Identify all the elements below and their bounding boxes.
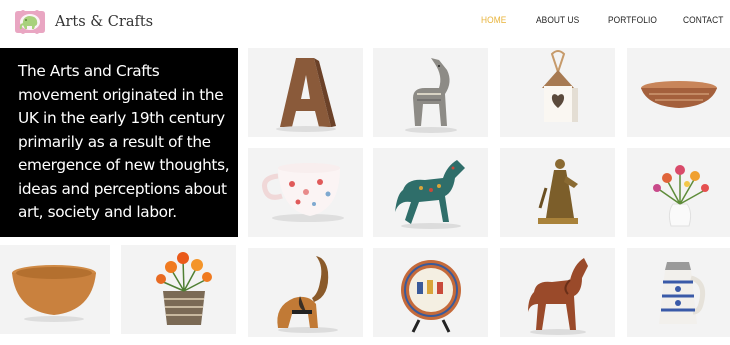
gallery-item-flowers-white-vase[interactable] — [627, 148, 730, 237]
gallery-item-woven-bowl[interactable] — [627, 48, 730, 137]
decorative-plate-image — [401, 260, 461, 333]
nav-home[interactable]: HOME — [481, 15, 506, 26]
woven-bowl-image — [641, 81, 717, 108]
gallery-item-wooden-salad-bowl[interactable] — [0, 245, 110, 334]
gallery-item-decorative-plate[interactable] — [373, 248, 488, 337]
intro-text: The Arts and Crafts movement originated … — [18, 62, 230, 221]
gallery-item-floral-teacup[interactable] — [248, 148, 363, 237]
gallery-item-wooden-elephant[interactable] — [248, 248, 363, 337]
cloisonne-horse-image — [395, 160, 465, 229]
nav-about-us[interactable]: ABOUT US — [536, 15, 579, 26]
wooden-elephant-image — [277, 256, 338, 333]
site-header: Arts & Crafts HOME ABOUT US PORTFOLIO CO… — [0, 0, 730, 44]
gallery-item-ceramic-stein[interactable] — [627, 248, 730, 337]
gallery-item-cloisonne-horse[interactable] — [373, 148, 488, 237]
gallery-item-carved-horse[interactable] — [500, 248, 615, 337]
painted-wooden-horse-image — [405, 58, 457, 133]
gallery-item-painted-wooden-horse[interactable] — [373, 48, 488, 137]
gallery-item-wooden-letter-a[interactable] — [248, 48, 363, 137]
bronze-figurine-image — [538, 159, 578, 224]
nav-contact[interactable]: CONTACT — [683, 15, 723, 26]
carved-horse-image — [528, 258, 588, 335]
ceramic-stein-image — [659, 262, 706, 324]
floral-teacup-image — [262, 163, 344, 222]
birdhouse-ornament-image — [542, 50, 578, 122]
wooden-letter-a-image — [276, 58, 336, 132]
nav-portfolio[interactable]: PORTFOLIO — [608, 15, 657, 26]
gallery-item-birdhouse-ornament[interactable] — [500, 48, 615, 137]
flower-basket-image — [156, 252, 212, 325]
intro-panel: The Arts and Crafts movement originated … — [0, 48, 238, 237]
wooden-salad-bowl-image — [12, 265, 96, 322]
flowers-white-vase-image — [653, 165, 709, 227]
main-nav: HOME ABOUT US PORTFOLIO CONTACT — [0, 15, 730, 29]
gallery-item-bronze-figurine[interactable] — [500, 148, 615, 237]
gallery-item-flower-basket[interactable] — [121, 245, 236, 334]
